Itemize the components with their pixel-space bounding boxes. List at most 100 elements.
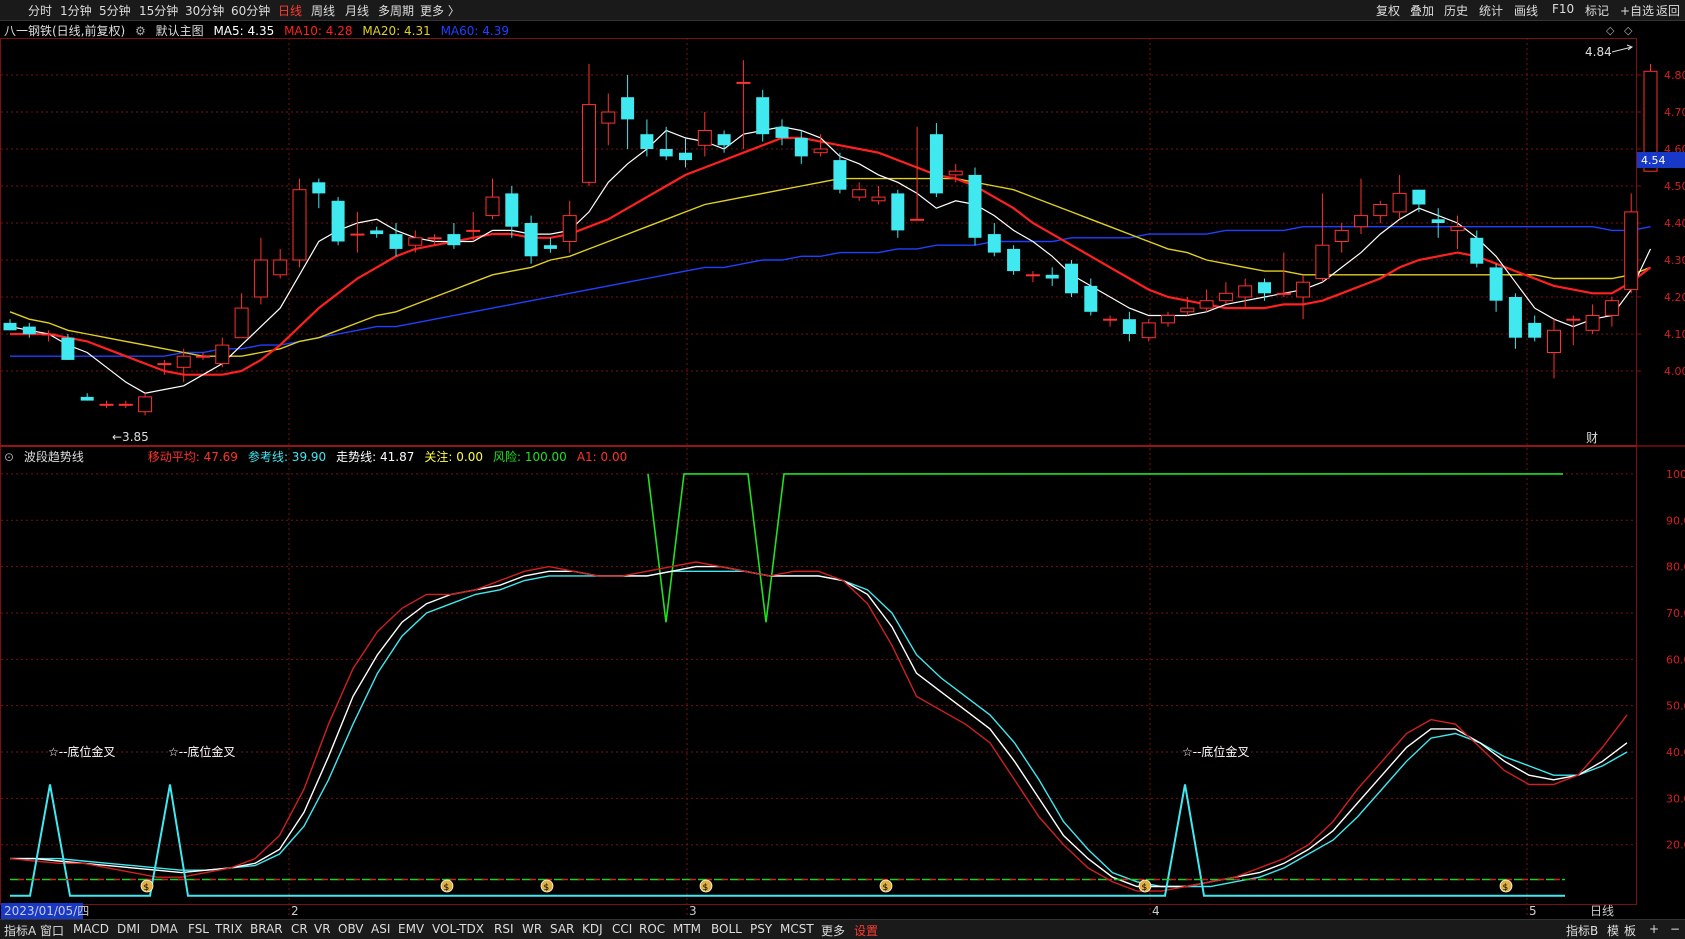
candle-up — [427, 237, 442, 240]
candle-up — [234, 307, 249, 339]
candle-down — [1489, 267, 1503, 301]
tool-1[interactable]: 叠加 — [1410, 2, 1434, 19]
signal-label-1: ☆--底位金叉 — [168, 744, 235, 759]
period-5[interactable]: 60分钟 — [231, 2, 270, 19]
tab-right-2[interactable]: 板 — [1624, 922, 1636, 939]
candle-up — [41, 333, 56, 336]
tab-wr[interactable]: WR — [522, 922, 542, 936]
tab-boll[interactable]: BOLL — [711, 922, 742, 936]
candle-down — [1528, 322, 1542, 338]
ma20-line — [9, 177, 1651, 357]
candle-up — [1161, 315, 1175, 324]
period-9[interactable]: 多周期 — [378, 2, 414, 19]
tab-kdj[interactable]: KDJ — [582, 922, 603, 936]
stock-title[interactable]: 八一钢铁(日线,前复权) — [4, 24, 125, 38]
ma5-line — [9, 126, 1652, 394]
candle-down — [621, 97, 635, 120]
period-4[interactable]: 30分钟 — [185, 2, 224, 19]
period-10[interactable]: 更多 〉 — [420, 2, 460, 19]
tab-cci[interactable]: CCI — [612, 922, 632, 936]
period-2[interactable]: 5分钟 — [99, 2, 131, 19]
candle-up — [1141, 322, 1156, 339]
indicator-field-1: 参考线: 39.90 — [247, 450, 327, 464]
ind-axis-label: 100.0 — [1666, 468, 1685, 481]
indicator-toggle-icon[interactable]: ⊙ — [4, 450, 14, 464]
tab-trix[interactable]: TRIX — [215, 922, 242, 936]
candle-up — [350, 233, 365, 236]
candle-up — [157, 363, 172, 366]
tab-emv[interactable]: EMV — [398, 922, 424, 936]
candle-down — [389, 234, 403, 249]
price-axis-label: 4.60 — [1664, 143, 1685, 156]
tool-5[interactable]: F10 — [1552, 2, 1574, 16]
tool-7[interactable]: +自选 — [1620, 2, 1654, 19]
tab-window[interactable]: 窗口 — [40, 922, 64, 939]
tab-vr[interactable]: VR — [314, 922, 331, 936]
tool-3[interactable]: 统计 — [1479, 2, 1503, 19]
tab-more[interactable]: 更多 — [821, 922, 845, 939]
period-0[interactable]: 分时 — [28, 2, 52, 19]
tab-ind-a[interactable]: 指标A — [4, 922, 36, 939]
candle-up — [562, 215, 577, 243]
diamond-icon[interactable]: ◇ — [1606, 24, 1614, 37]
main-chart-label[interactable]: 默认主图 — [156, 24, 204, 38]
candle-up — [1585, 315, 1600, 331]
tool-0[interactable]: 复权 — [1376, 2, 1400, 19]
expand-icon[interactable]: ◇ — [1624, 24, 1632, 37]
high-price-marker: 4.84 — [1585, 45, 1612, 59]
tab-setting[interactable]: 设置 — [854, 922, 878, 939]
candle-up — [852, 189, 867, 198]
tab-fsl[interactable]: FSL — [188, 922, 209, 936]
indicator-field-0: 移动平均: 47.69 — [147, 450, 238, 464]
moving-average-line — [9, 561, 1628, 892]
candle-down — [524, 223, 538, 257]
tab-right-4[interactable]: − — [1670, 922, 1680, 936]
tab-vol-tdx[interactable]: VOL-TDX — [432, 922, 484, 936]
price-axis-label: 4.10 — [1664, 328, 1685, 341]
candle-up — [99, 403, 114, 406]
signal-label-2: ☆--底位金叉 — [1182, 744, 1249, 759]
tool-4[interactable]: 画线 — [1514, 2, 1538, 19]
candle-up — [1276, 292, 1291, 295]
money-bag-icon — [1499, 879, 1513, 893]
candle-down — [1007, 248, 1021, 272]
price-axis-label: 4.00 — [1664, 365, 1685, 378]
indicator-name[interactable]: 波段趋势线 — [24, 450, 84, 464]
candle-up — [1624, 211, 1639, 291]
tab-right-3[interactable]: + — [1649, 922, 1659, 936]
candle-up — [1199, 300, 1214, 309]
tab-mtm[interactable]: MTM — [673, 922, 701, 936]
money-bag-glyph: $ — [703, 883, 709, 893]
candle-down — [640, 134, 654, 149]
period-8[interactable]: 月线 — [345, 2, 369, 19]
period-1[interactable]: 1分钟 — [60, 2, 92, 19]
tab-psy[interactable]: PSY — [750, 922, 772, 936]
tab-right-0[interactable]: 指标B — [1566, 922, 1598, 939]
period-7[interactable]: 周线 — [311, 2, 335, 19]
tab-dma[interactable]: DMA — [150, 922, 178, 936]
tab-macd[interactable]: MACD — [73, 922, 109, 936]
period-3[interactable]: 15分钟 — [139, 2, 178, 19]
signal-label-0: ☆--底位金叉 — [48, 744, 115, 759]
tool-6[interactable]: 标记 — [1585, 2, 1609, 19]
low-price-marker: ←3.85 — [112, 430, 149, 444]
tab-dmi[interactable]: DMI — [117, 922, 140, 936]
candle-up — [1392, 192, 1407, 213]
tab-sar[interactable]: SAR — [550, 922, 574, 936]
tab-roc[interactable]: ROC — [639, 922, 665, 936]
money-bag-icon — [699, 879, 713, 893]
settings-icon[interactable]: ⚙ — [135, 24, 146, 38]
tab-cr[interactable]: CR — [291, 922, 308, 936]
tool-8[interactable]: 返回 — [1656, 2, 1680, 19]
current-price-label: 4.54 — [1641, 154, 1666, 167]
period-6[interactable]: 日线 — [278, 2, 302, 19]
tool-2[interactable]: 历史 — [1444, 2, 1468, 19]
tab-rsi[interactable]: RSI — [494, 922, 514, 936]
tab-brar[interactable]: BRAR — [250, 922, 283, 936]
candle-up — [601, 111, 616, 124]
kline-chart[interactable]: 4.80 4.70 4.60 4.50 4.40 4.30 4.20 4.10 4.00 100.… — [0, 0, 1685, 938]
tab-right-1[interactable]: 模 — [1607, 922, 1619, 939]
tab-mcst[interactable]: MCST — [780, 922, 814, 936]
tab-obv[interactable]: OBV — [338, 922, 364, 936]
tab-asi[interactable]: ASI — [371, 922, 390, 936]
